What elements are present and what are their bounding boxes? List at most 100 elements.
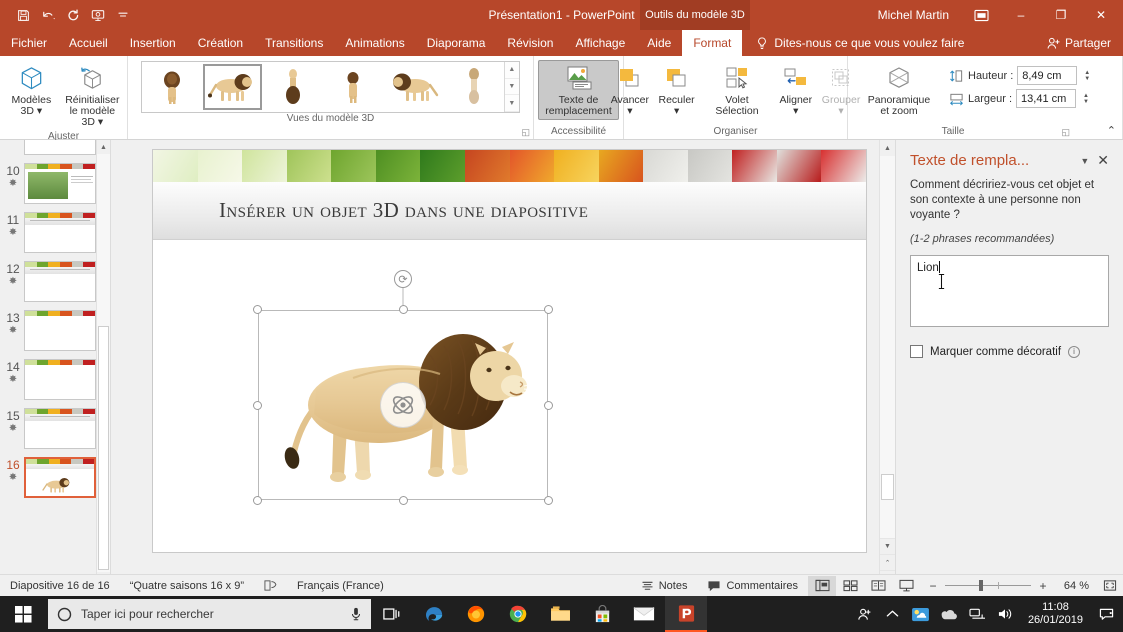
minimize-button[interactable]: –	[1001, 0, 1041, 30]
thumbnail-13[interactable]	[24, 310, 96, 351]
canvas-scroll-up-icon[interactable]: ▲	[880, 140, 895, 156]
search-input[interactable]: Taper ici pour rechercher	[48, 599, 371, 629]
gallery-item-3[interactable]	[324, 64, 382, 110]
gallery-item-0[interactable]	[143, 64, 201, 110]
width-field[interactable]: 13,41 cm	[1016, 89, 1077, 108]
resize-handle-bottom-center[interactable]	[398, 496, 408, 505]
tab-format[interactable]: Format	[682, 30, 743, 56]
powerpoint-icon[interactable]	[665, 596, 707, 632]
tab-diaporama[interactable]: Diaporama	[416, 30, 497, 56]
reset-3d-model-button[interactable]: Réinitialiser le modèle 3D ▾	[61, 60, 123, 131]
thumbnail-row-10[interactable]: 10 ✸	[0, 159, 110, 208]
notes-button[interactable]: Notes	[631, 580, 698, 592]
info-icon[interactable]: i	[1068, 345, 1081, 358]
edge-icon[interactable]	[413, 596, 455, 632]
ribbon-display-options-icon[interactable]	[961, 0, 1001, 30]
thumbnail-scroll-thumb[interactable]	[98, 326, 109, 570]
thumbnail-10[interactable]	[24, 163, 96, 204]
resize-handle-top-right[interactable]	[544, 305, 553, 314]
gallery-item-4[interactable]	[384, 64, 442, 110]
vues-3d-dialog-launcher-icon[interactable]: ◱	[521, 127, 530, 138]
gallery-item-1[interactable]	[203, 64, 262, 110]
microsoft-store-icon[interactable]	[581, 596, 623, 632]
collapse-ribbon-icon[interactable]: ⌃	[1107, 124, 1116, 137]
thumbnail-row-9[interactable]: 9✸	[0, 140, 110, 159]
thumbnail-16[interactable]	[24, 457, 96, 498]
canvas-scroll-thumb[interactable]	[881, 474, 894, 500]
model-3d-views-gallery[interactable]: ▲ ▼ ▼	[141, 61, 520, 113]
people-icon[interactable]	[852, 596, 878, 632]
resize-handle-top-left[interactable]	[253, 305, 262, 314]
mark-decorative-checkbox[interactable]	[910, 345, 923, 358]
zoom-out-button[interactable]: −	[928, 579, 938, 593]
network-icon[interactable]	[964, 596, 990, 632]
mail-icon[interactable]	[623, 596, 665, 632]
thumbnail-scrollbar[interactable]: ▲ ▼	[96, 140, 110, 586]
customize-qat-icon[interactable]	[112, 4, 134, 26]
zoom-level-label[interactable]: 64 %	[1055, 580, 1089, 592]
resize-handle-top-center[interactable]	[398, 305, 408, 314]
show-hidden-icons-icon[interactable]	[880, 596, 906, 632]
action-center-icon[interactable]	[1093, 596, 1119, 632]
selection-pane-button[interactable]: Volet Sélection	[700, 60, 773, 120]
volume-icon[interactable]	[992, 596, 1018, 632]
resize-handle-middle-right[interactable]	[544, 400, 553, 410]
windows-start-icon[interactable]	[0, 596, 46, 632]
canvas-scrollbar[interactable]: ▲ ▼ ⌃ ⌄	[879, 140, 895, 586]
fit-to-window-icon[interactable]	[1097, 579, 1123, 592]
tab-aide[interactable]: Aide	[636, 30, 682, 56]
save-icon[interactable]	[12, 4, 34, 26]
thumbnail-9[interactable]	[24, 140, 96, 155]
tab-affichage[interactable]: Affichage	[564, 30, 636, 56]
thumbnail-row-15[interactable]: 15 ✸	[0, 404, 110, 453]
tab-transitions[interactable]: Transitions	[254, 30, 334, 56]
accessibility-check-icon[interactable]	[254, 579, 287, 592]
share-button[interactable]: Partager	[1035, 30, 1123, 56]
close-icon[interactable]: ✕	[1097, 152, 1109, 169]
restore-button[interactable]: ❐	[1041, 0, 1081, 30]
tab-fichier[interactable]: Fichier	[0, 30, 58, 56]
rotation-handle[interactable]: ⟳	[394, 270, 412, 288]
onedrive-icon[interactable]	[936, 596, 962, 632]
canvas-scroll-down-icon[interactable]: ▼	[880, 538, 895, 554]
thumbnail-14[interactable]	[24, 359, 96, 400]
resize-handle-bottom-left[interactable]	[253, 496, 262, 505]
normal-view-button[interactable]	[808, 575, 836, 596]
thumbnail-row-11[interactable]: 11 ✸	[0, 208, 110, 257]
slide-canvas[interactable]: Insérer un objet 3D dans une diapositive…	[153, 150, 866, 552]
pan-and-zoom-button[interactable]: Panoramique et zoom	[856, 60, 942, 120]
tell-me-search[interactable]: Dites-nous ce que vous voulez faire	[756, 30, 964, 56]
task-view-icon[interactable]	[371, 596, 413, 632]
bring-forward-button[interactable]: Avancer ▾	[607, 60, 653, 120]
tab-revision[interactable]: Révision	[496, 30, 564, 56]
redo-icon[interactable]	[62, 4, 84, 26]
file-explorer-icon[interactable]	[539, 596, 581, 632]
comments-button[interactable]: Commentaires	[697, 580, 808, 592]
weather-icon[interactable]	[908, 596, 934, 632]
slide-title-placeholder[interactable]: Insérer un objet 3D dans une diapositive	[153, 182, 866, 240]
align-button[interactable]: Aligner ▾	[775, 60, 816, 120]
thumbnail-11[interactable]	[24, 212, 96, 253]
zoom-slider-track[interactable]	[945, 580, 1031, 591]
models-3d-button[interactable]: Modèles 3D ▾	[4, 60, 60, 120]
gallery-scroll-down-icon[interactable]: ▼	[504, 79, 519, 96]
close-button[interactable]: ✕	[1081, 0, 1121, 30]
firefox-icon[interactable]	[455, 596, 497, 632]
send-backward-button[interactable]: Reculer ▾	[655, 60, 699, 120]
tab-animations[interactable]: Animations	[334, 30, 415, 56]
zoom-slider-handle[interactable]	[979, 580, 984, 591]
taskbar-clock[interactable]: 11:08 26/01/2019	[1020, 601, 1091, 627]
canvas-scroll-track[interactable]	[880, 156, 895, 538]
alt-text-input[interactable]: Lion	[910, 255, 1109, 327]
chrome-icon[interactable]	[497, 596, 539, 632]
slideshow-view-button[interactable]	[892, 576, 920, 596]
zoom-control[interactable]: − + 64 %	[920, 579, 1097, 593]
width-spinner[interactable]: ▲ ▼	[1080, 89, 1092, 108]
thumbnail-row-16[interactable]: 16 ✸	[0, 453, 110, 502]
3d-rotation-control[interactable]	[380, 382, 426, 428]
tab-insertion[interactable]: Insertion	[119, 30, 187, 56]
chevron-down-icon[interactable]: ▼	[1072, 156, 1097, 166]
thumbnail-row-13[interactable]: 13 ✸	[0, 306, 110, 355]
thumbnail-scroll-track[interactable]	[97, 154, 110, 572]
thumbnail-scroll-up-icon[interactable]: ▲	[97, 140, 110, 154]
